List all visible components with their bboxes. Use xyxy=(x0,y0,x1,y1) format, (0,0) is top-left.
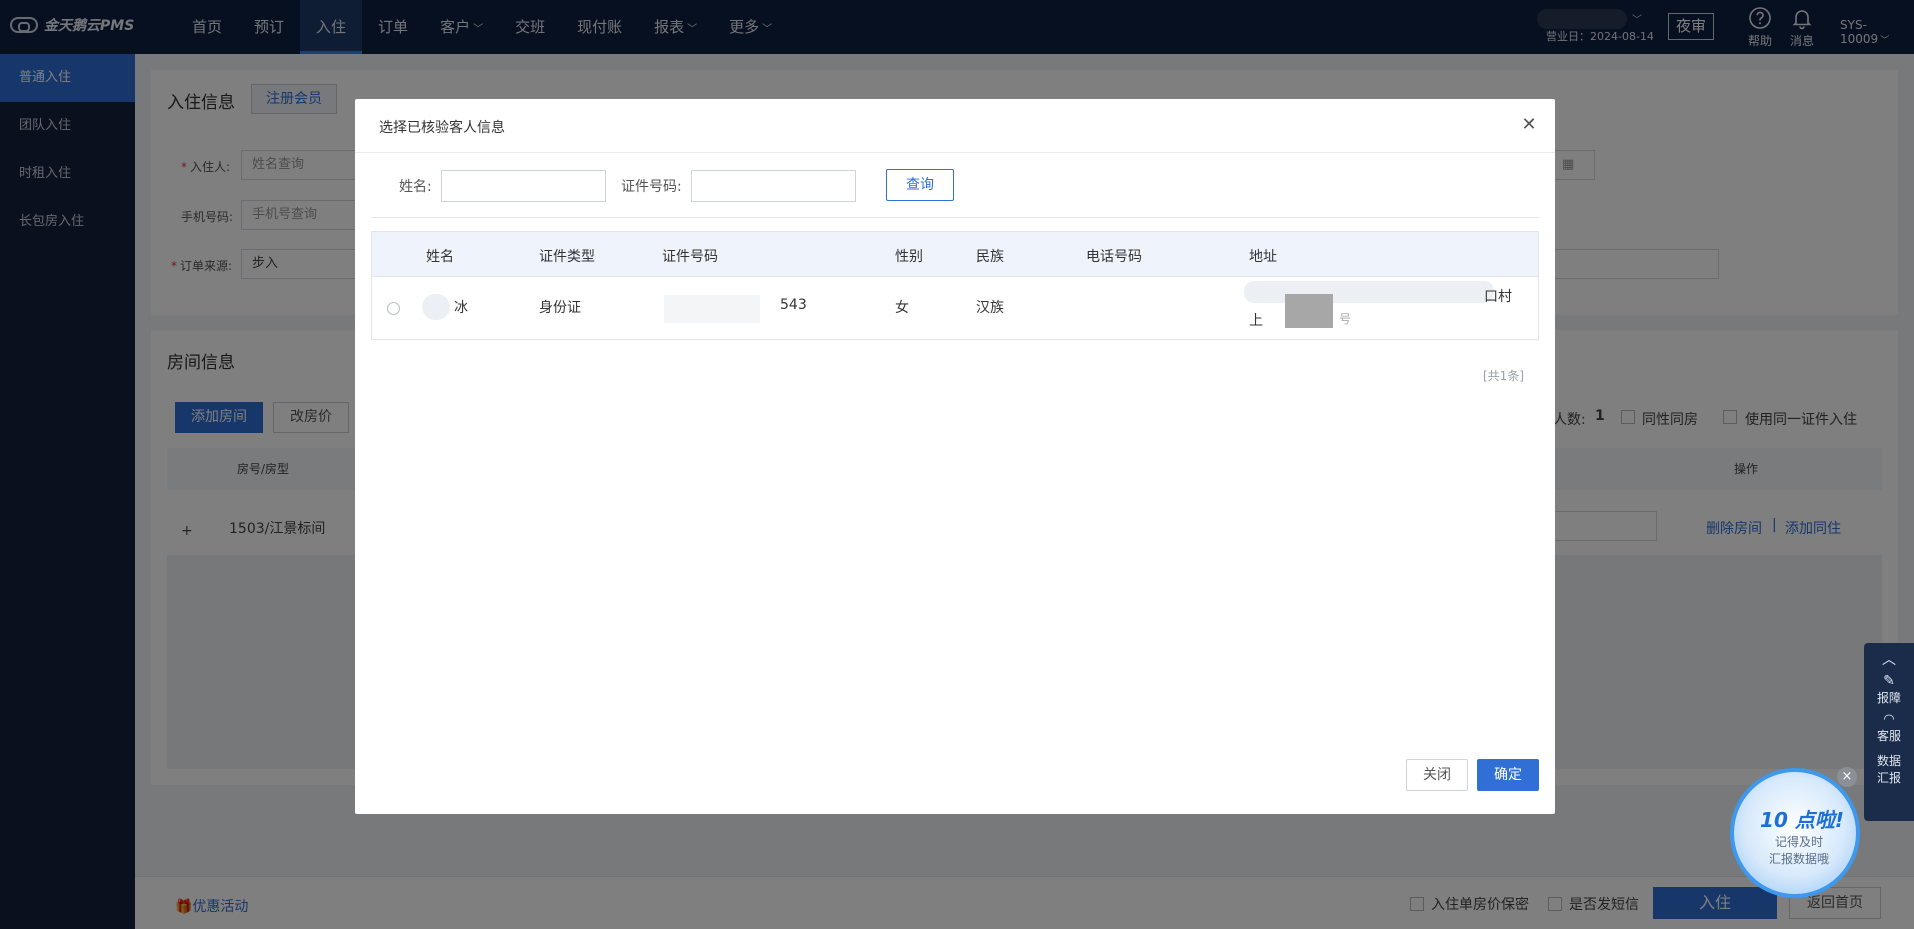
reminder-line-1: 记得及时 xyxy=(1774,835,1823,849)
close-icon[interactable]: ✕ xyxy=(1517,113,1541,137)
reminder-close-icon[interactable]: × xyxy=(1837,767,1857,787)
address-line-1: 口村 xyxy=(1484,289,1512,305)
col-name: 姓名 xyxy=(426,249,454,265)
floating-tool-panel: ︿ ✎ 报障 ◠ 客服 数据 汇报 xyxy=(1864,643,1914,821)
report-issue-button[interactable]: ✎ 报障 xyxy=(1864,673,1914,706)
address-line-2b: 号 xyxy=(1339,312,1352,326)
dialog-confirm-button[interactable]: 确定 xyxy=(1477,759,1539,791)
table-row[interactable]: 冰 身份证 543 女 汉族 口村 上 号 xyxy=(372,277,1538,339)
col-address: 地址 xyxy=(1249,249,1277,265)
row-select-radio[interactable] xyxy=(387,302,400,315)
redacted-address-mask xyxy=(1244,281,1494,303)
guest-table: 姓名 证件类型 证件号码 性别 民族 电话号码 地址 冰 身份证 543 女 汉… xyxy=(371,231,1539,340)
name-query-label: 姓名: xyxy=(399,179,432,195)
customer-service-button[interactable]: ◠ 客服 xyxy=(1864,712,1914,744)
dialog-close-button[interactable]: 关闭 xyxy=(1406,759,1468,791)
service-label: 客服 xyxy=(1876,729,1901,743)
redacted-id-mask xyxy=(664,295,760,323)
redacted-name-mask xyxy=(422,294,450,320)
address-line-2a: 上 xyxy=(1249,313,1263,329)
reminder-text: 记得及时 汇报数据哦 xyxy=(1744,834,1854,868)
scroll-top-button[interactable]: ︿ xyxy=(1864,643,1914,669)
guest-table-header: 姓名 证件类型 证件号码 性别 民族 电话号码 地址 xyxy=(372,232,1538,277)
col-id-type: 证件类型 xyxy=(539,249,595,265)
redacted-address-block xyxy=(1285,294,1333,328)
col-phone: 电话号码 xyxy=(1086,249,1142,265)
dialog-header: 选择已核验客人信息 ✕ xyxy=(355,99,1555,153)
query-button[interactable]: 查询 xyxy=(886,169,954,201)
data-report-label-2: 汇报 xyxy=(1876,771,1901,785)
gender-cell: 女 xyxy=(895,300,909,316)
col-ethnicity: 民族 xyxy=(976,249,1004,265)
query-divider xyxy=(371,217,1539,218)
guest-name-cell: 冰 xyxy=(454,300,468,316)
report-issue-label: 报障 xyxy=(1876,691,1901,705)
id-number-cell: 543 xyxy=(780,297,807,313)
reminder-line-2: 汇报数据哦 xyxy=(1768,852,1829,866)
wrench-icon: ✎ xyxy=(1883,673,1895,689)
id-query-label: 证件号码: xyxy=(621,179,682,195)
id-query-input[interactable] xyxy=(691,170,856,202)
chevron-up-icon: ︿ xyxy=(1882,652,1896,668)
total-count: [共1条] xyxy=(1483,369,1524,383)
col-gender: 性别 xyxy=(895,249,923,265)
col-id-number: 证件号码 xyxy=(662,249,718,265)
data-report-button[interactable]: 数据 汇报 xyxy=(1864,752,1914,786)
select-verified-guest-dialog: 选择已核验客人信息 ✕ 姓名: 证件号码: 查询 姓名 证件类型 证件号码 性别… xyxy=(355,99,1555,814)
headset-icon: ◠ xyxy=(1883,712,1895,727)
reminder-headline: 10 点啦! xyxy=(1760,808,1844,832)
name-query-input[interactable] xyxy=(441,170,606,202)
id-type-cell: 身份证 xyxy=(539,300,581,316)
data-report-label-1: 数据 xyxy=(1876,754,1901,768)
data-report-reminder-badge[interactable]: 10 点啦! 记得及时 汇报数据哦 xyxy=(1730,768,1860,898)
dialog-title: 选择已核验客人信息 xyxy=(379,120,505,136)
ethnicity-cell: 汉族 xyxy=(976,300,1004,316)
